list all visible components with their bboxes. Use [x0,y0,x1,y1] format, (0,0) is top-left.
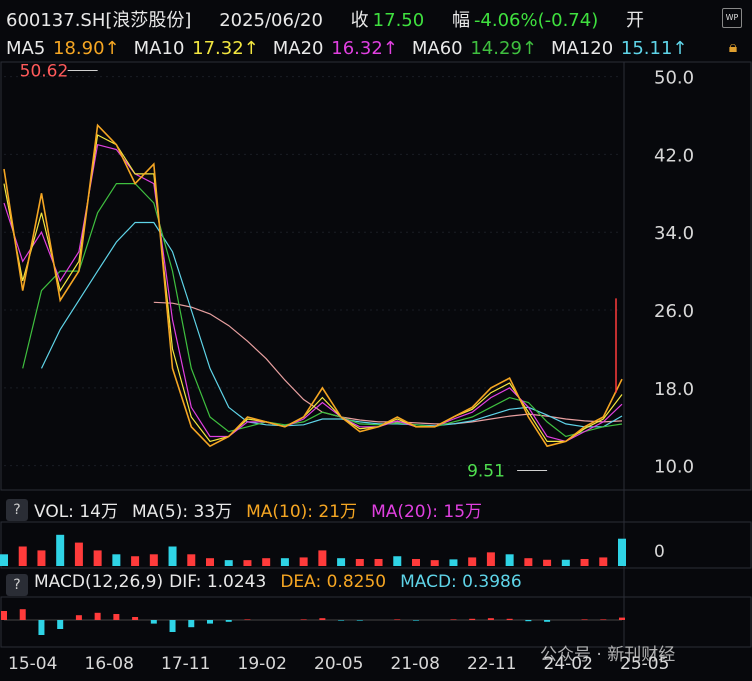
x-tick-label: 20-05 [314,654,363,674]
y-tick-label: 0 [654,542,665,562]
macd-bar [169,620,176,632]
y-tick-label: 26.0 [654,301,694,322]
volume-bar [561,559,570,566]
macd-bar [413,620,419,621]
macd-bar [75,615,82,620]
volume-bar [206,558,214,566]
vol-value: VOL: 14万 [34,502,118,522]
macd-bar [394,619,401,620]
macd-bar [487,618,494,620]
volume-bar [318,550,327,566]
x-tick-label: 21-08 [391,654,440,674]
volume-bar [505,554,514,566]
macd-bar [132,617,139,620]
macd-bar [319,618,326,620]
ma-line-ma20 [3,143,623,443]
macd-bar [113,614,120,620]
macd-bar [619,617,625,620]
y-tick-label: 34.0 [654,223,694,244]
macd-bar [1,611,7,620]
y-tick-label: 10.0 [654,457,694,478]
macd-bar [469,618,476,620]
volume-bar [486,552,495,566]
volume-bar [430,560,439,566]
macd-bar [544,620,551,622]
volume-bar [224,560,233,566]
macd-bar [338,620,345,621]
y-tick-label: 50.0 [654,68,694,89]
volume-bar [56,534,65,566]
volume-bar [393,556,402,566]
volume-bar [74,542,83,566]
volume-bar [280,558,289,566]
volume-bar [299,557,308,566]
x-tick-label: 17-11 [161,654,210,674]
volume-bar [187,554,196,566]
volume-bar [112,554,121,566]
macd-bar [188,620,195,628]
volume-bar [449,559,458,566]
price-panel-frame [0,61,752,491]
x-tick-label: 15-04 [8,654,57,674]
macd-bar [94,612,101,620]
y-tick-label: 18.0 [654,379,694,400]
watermark: 公众号 · 新刊财经 [540,645,676,665]
vol-ma5: MA(5): 33万 [131,502,233,522]
volume-bar [468,557,477,566]
volume-bar [524,558,533,566]
macd-bar [150,620,157,624]
volume-bar [37,550,46,566]
volume-bar [262,558,271,566]
macd-dea: DEA: 0.8250 [280,572,387,592]
volume-bar [355,558,364,566]
volume-bar [149,554,158,566]
macd-value: MACD: 0.3986 [400,572,522,592]
volume-bar [131,556,140,566]
x-tick-label: 19-02 [238,654,287,674]
macd-bar [450,619,457,620]
help-icon[interactable]: ? [6,574,28,596]
vol-ma10: MA(10): 21万 [246,502,358,522]
macd-bar [225,620,232,622]
ma-line-ma5 [3,123,623,448]
macd-bar [57,620,64,629]
macd-bar [38,620,45,635]
volume-bar [0,554,8,566]
volume-bar [580,558,589,566]
help-icon[interactable]: ? [6,499,28,521]
volume-bar [18,546,27,566]
y-tick-label: 42.0 [654,145,694,166]
macd-bar [300,619,307,620]
x-tick-label: 22-11 [467,654,516,674]
ma-line-ma10 [3,134,623,443]
volume-bar [168,546,177,566]
volume-bar [412,558,420,566]
vol-ma20: MA(20): 15万 [371,502,483,522]
macd-legend: ? MACD(12,26,9) DIF: 1.0243 DEA: 0.8250 MACD… [0,572,752,598]
volume-bar [599,557,608,566]
volume-bar [374,558,383,566]
macd-bar [506,618,513,620]
macd-bar [525,620,532,622]
volume-legend: ? VOL: 14万 MA(5): 33万 MA(10): 21万 MA(20): 15… [0,497,752,523]
extreme-label: 50.62 [20,62,69,82]
volume-bar [93,550,102,566]
volume-bar [618,538,626,566]
volume-bar [243,560,252,566]
extreme-label: 9.51 [467,461,505,481]
macd-bar [207,620,213,624]
macd-bar [19,609,26,620]
ma-line-ma250 [153,301,623,425]
macd-name: MACD(12,26,9) [34,572,164,592]
ma-line-ma120 [40,221,623,428]
macd-bar [581,619,588,620]
macd-bar [600,619,607,620]
volume-bar [337,558,346,566]
macd-dif: DIF: 1.0243 [169,572,267,592]
macd-bar [244,619,251,620]
macd-bar [356,620,363,621]
x-tick-label: 16-08 [85,654,134,674]
volume-bar [543,559,552,566]
